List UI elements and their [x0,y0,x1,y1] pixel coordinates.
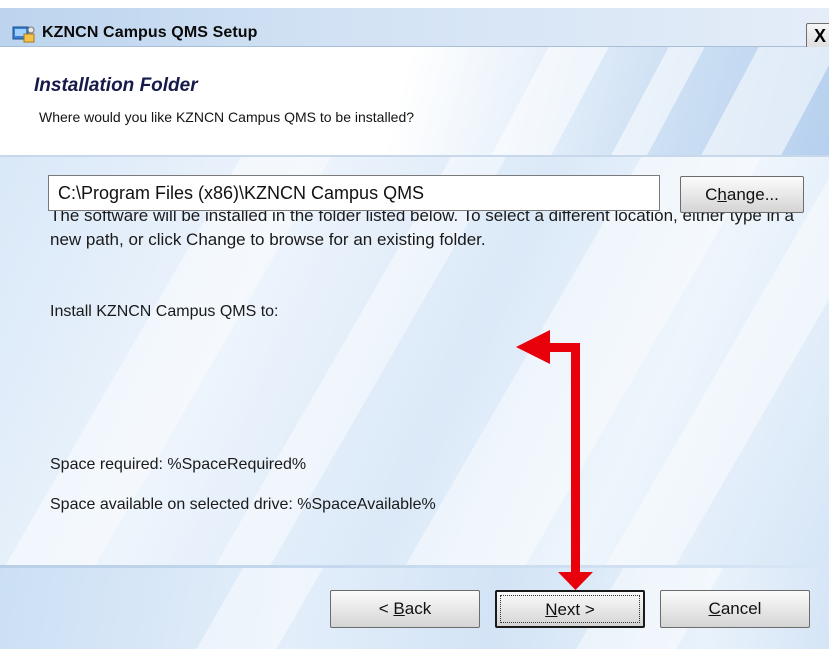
back-button[interactable]: < Back [330,590,480,628]
top-strip [0,0,829,8]
window-title: KZNCN Campus QMS Setup [42,24,258,41]
next-button[interactable]: Next > [495,590,645,628]
title-bar: KZNCN Campus QMS Setup X [0,8,829,51]
background-swoosh [191,568,329,649]
focus-rectangle [500,595,640,623]
close-icon: X [814,26,827,46]
space-required-text: Space required: %SpaceRequired% [50,456,307,473]
page-title: Installation Folder [34,75,198,96]
header-banner: Installation Folder Where would you like… [0,47,829,155]
setup-icon [12,26,35,43]
install-location-label: Install KZNCN Campus QMS to: [50,303,279,320]
setup-window: KZNCN Campus QMS Setup X Installation Fo… [0,0,829,649]
cancel-button[interactable]: Cancel [660,590,810,628]
change-button[interactable]: Change... [680,176,804,213]
banner-background [0,47,829,155]
page-subtitle: Where would you like KZNCN Campus QMS to… [39,109,415,125]
dialog-body: The software will be installed in the fo… [0,157,829,565]
install-path-input[interactable] [48,175,660,211]
space-available-text: Space available on selected drive: %Spac… [50,496,436,513]
